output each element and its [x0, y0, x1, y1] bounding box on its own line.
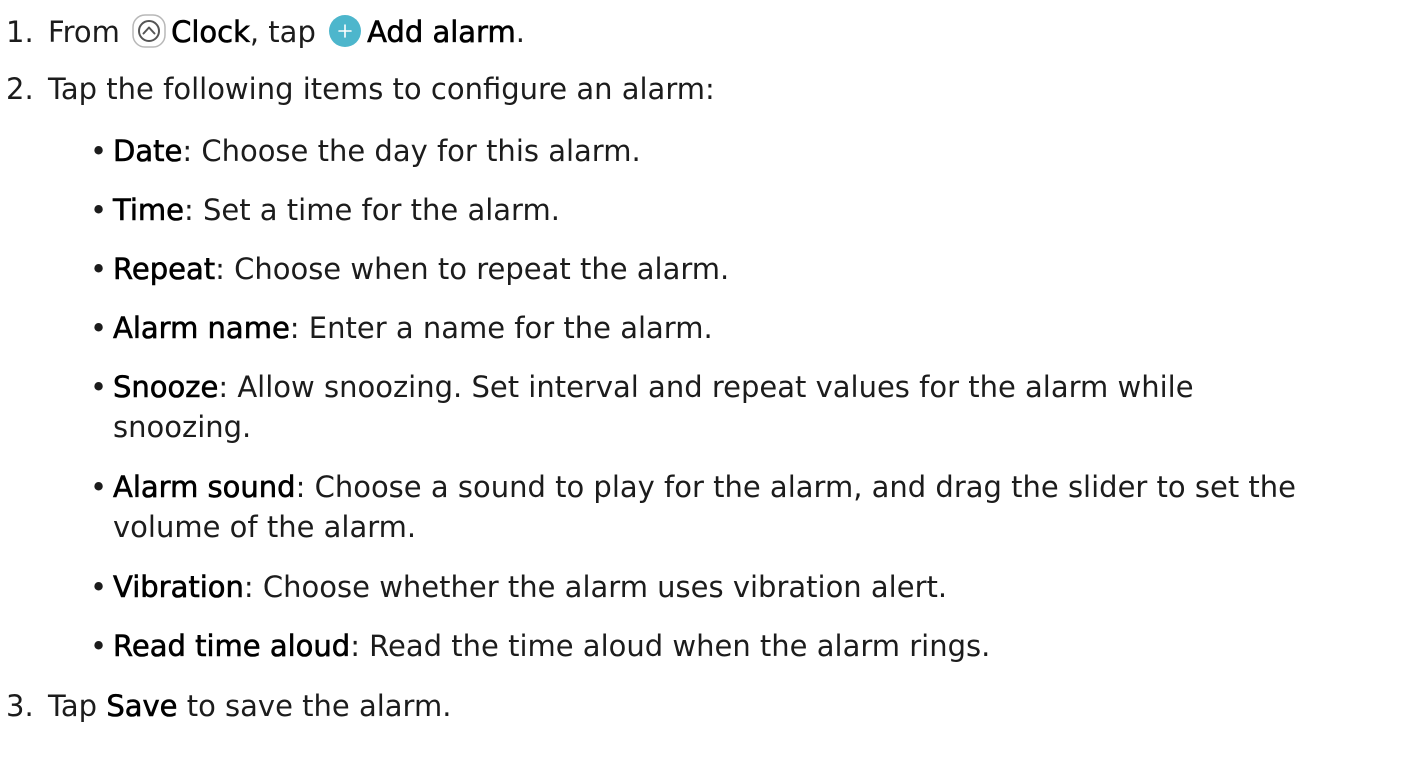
bullet-term: Repeat [113, 252, 216, 287]
step-text: Tap [48, 689, 98, 723]
step-text: to save the alarm. [186, 689, 452, 723]
bullet-term: Alarm sound [113, 470, 296, 505]
bullet-dot: • [90, 370, 108, 404]
step-number: 2. [6, 72, 34, 106]
step-text: Tap the following items to configure an … [48, 72, 715, 106]
bullet-dot: • [90, 252, 108, 286]
bullet-desc: : Choose whether the alarm uses vibratio… [243, 570, 948, 604]
bullet-dot: • [90, 311, 108, 345]
bullet-term: Read time aloud [113, 629, 351, 664]
bullet-term: Time [113, 193, 185, 228]
bullet-item-date: • Date: Choose the day for this alarm. [90, 131, 1400, 171]
clock-label: Clock [171, 15, 250, 50]
bullet-item-read-time-aloud: • Read time aloud: Read the time aloud w… [90, 626, 1400, 666]
bullet-item-snooze: • Snooze: Allow snoozing. Set interval a… [90, 367, 1290, 447]
step-number: 1. [6, 15, 34, 49]
bullet-dot: • [90, 193, 108, 227]
bullet-desc: : Allow snoozing. Set interval and repea… [113, 370, 1194, 444]
step-text: . [515, 15, 525, 49]
plus-circle-icon [327, 13, 363, 59]
bullet-term: Vibration [113, 570, 245, 605]
bullet-dot: • [90, 629, 108, 663]
step-2: 2. Tap the following items to configure a… [6, 69, 715, 109]
bullet-term: Date [113, 134, 183, 169]
bullet-item-time: • Time: Set a time for the alarm. [90, 190, 1400, 230]
step-3: 3. Tap Save to save the alarm. [6, 686, 451, 726]
bullet-term: Alarm name [113, 311, 290, 346]
clock-app-icon [131, 13, 167, 59]
bullet-desc: : Choose the day for this alarm. [182, 134, 641, 168]
bullet-item-alarm-name: • Alarm name: Enter a name for the alarm… [90, 308, 1400, 348]
step-text: From [48, 15, 120, 49]
bullet-desc: : Enter a name for the alarm. [289, 311, 713, 345]
step-number: 3. [6, 689, 34, 723]
bullet-desc: : Set a time for the alarm. [183, 193, 560, 227]
bullet-dot: • [90, 470, 108, 504]
save-label: Save [106, 689, 178, 724]
bullet-term: Snooze [113, 370, 219, 405]
bullet-dot: • [90, 570, 108, 604]
bullet-item-vibration: • Vibration: Choose whether the alarm us… [90, 567, 1400, 607]
bullet-dot: • [90, 134, 108, 168]
add-alarm-label: Add alarm [367, 15, 516, 50]
bullet-item-repeat: • Repeat: Choose when to repeat the alar… [90, 249, 1400, 289]
bullet-desc: : Read the time aloud when the alarm rin… [350, 629, 991, 663]
instructions-document: 1. From Clock, tap Add alarm. 2. Tap the f… [0, 0, 1414, 768]
step-1: 1. From Clock, tap Add alarm. [6, 12, 525, 59]
step-text: , tap [249, 15, 316, 49]
bullet-desc: : Choose when to repeat the alarm. [215, 252, 730, 286]
bullet-item-alarm-sound: • Alarm sound: Choose a sound to play fo… [90, 467, 1402, 547]
